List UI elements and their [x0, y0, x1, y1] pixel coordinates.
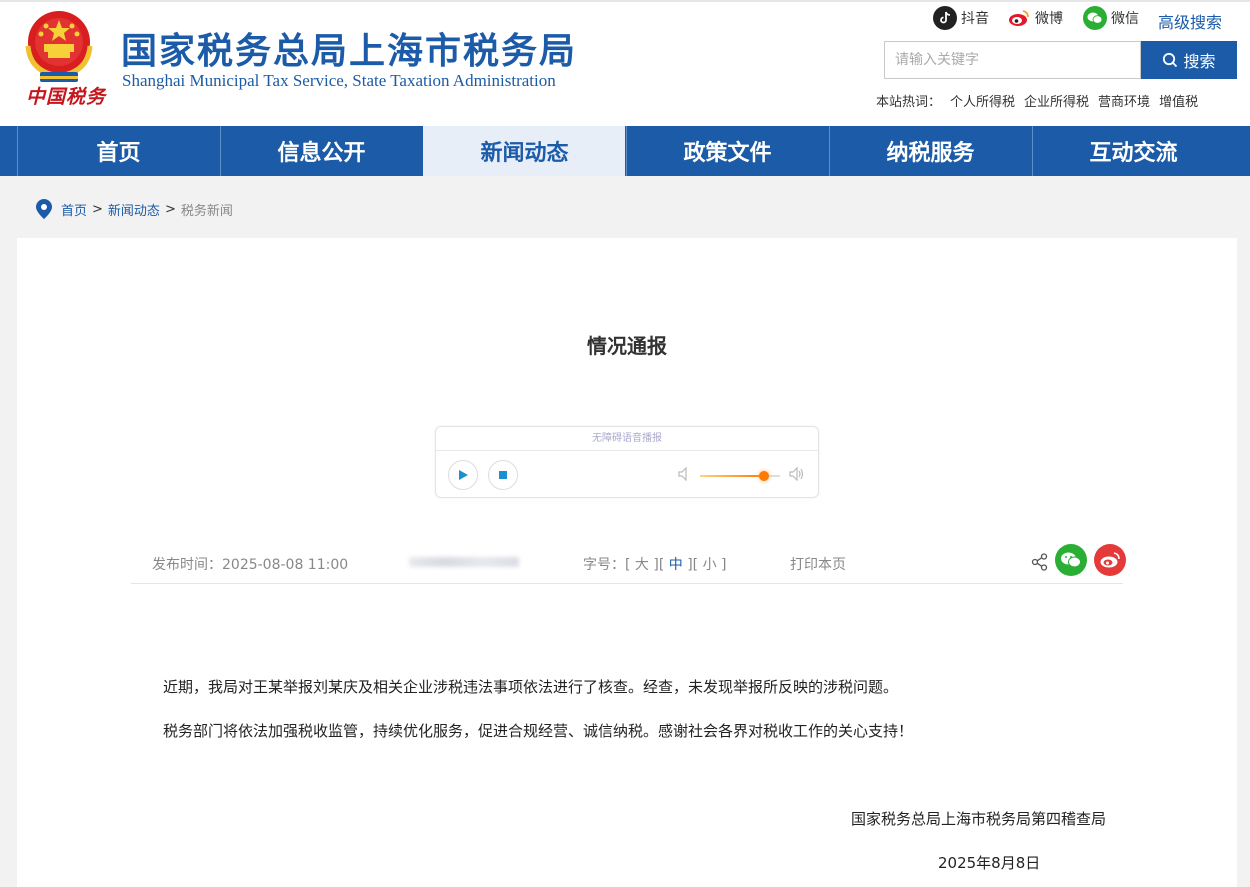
nav-item-policy[interactable]: 政策文件 [626, 126, 828, 176]
location-pin-icon [36, 199, 52, 219]
audio-player: 无障碍语音播报 [435, 426, 819, 498]
nav-item-home[interactable]: 首页 [17, 126, 219, 176]
breadcrumb-current: 税务新闻 [180, 203, 233, 219]
article-paragraph: 税务部门将依法加强税收监管，持续优化服务，促进合规经营、诚信纳税。感谢社会各界对… [163, 722, 914, 740]
share-icon[interactable] [1031, 553, 1049, 571]
volume-slider[interactable] [700, 471, 780, 481]
publish-time: 发布时间：2025-08-08 11:00 [152, 557, 349, 573]
article-date: 2025年8月8日 [938, 854, 1041, 872]
volume-knob[interactable] [759, 471, 769, 481]
search-icon [1163, 52, 1178, 68]
hot-keyword-link[interactable]: 营商环境 [1098, 91, 1150, 110]
font-size-label: 字号： [583, 557, 625, 573]
wechat-icon [1061, 552, 1081, 568]
blurred-source [409, 557, 519, 567]
site-header: 中国税务 国家税务总局上海市税务局 Shanghai Municipal Tax… [0, 0, 1250, 126]
weibo-icon [1007, 6, 1031, 30]
share-wechat-button[interactable] [1055, 544, 1087, 576]
advanced-search-link[interactable]: 高级搜索 [1158, 9, 1222, 33]
article-signer: 国家税务总局上海市税务局第四稽查局 [851, 810, 1107, 828]
play-button[interactable] [448, 460, 478, 490]
stop-icon [499, 471, 507, 479]
weibo-label: 微博 [1035, 11, 1063, 27]
national-emblem-icon [25, 11, 93, 82]
font-size-medium[interactable]: 中 [669, 557, 683, 573]
article-card: 情况通报 无障碍语音播报 发布时间：2025-08-08 11:00 字号：[ … [17, 238, 1237, 887]
tiktok-icon [933, 6, 957, 30]
nav-item-tax-service[interactable]: 纳税服务 [829, 126, 1031, 176]
search-button-label: 搜索 [1183, 52, 1216, 71]
tiktok-label: 抖音 [961, 11, 989, 27]
nav-item-interaction[interactable]: 互动交流 [1032, 126, 1234, 176]
breadcrumb-home[interactable]: 首页 [61, 200, 87, 219]
wechat-link[interactable]: 微信 [1083, 6, 1139, 30]
nav-item-info-disclosure[interactable]: 信息公开 [220, 126, 422, 176]
hot-keyword-link[interactable]: 企业所得税 [1024, 91, 1089, 110]
font-size-large[interactable]: 大 [635, 557, 649, 573]
wechat-icon [1083, 6, 1107, 30]
brand-script-logo: 中国税务 [26, 86, 107, 108]
audio-player-label: 无障碍语音播报 [436, 427, 818, 451]
font-size-small[interactable]: 小 [703, 557, 717, 573]
volume-fill [700, 475, 764, 477]
volume-high-icon [789, 467, 804, 481]
nav-item-news[interactable]: 新闻动态 [423, 126, 625, 176]
play-icon [459, 470, 468, 480]
share-weibo-button[interactable] [1094, 544, 1126, 576]
search-button[interactable]: 搜索 [1141, 41, 1237, 79]
breadcrumb-separator: > [164, 201, 176, 217]
hot-keyword-link[interactable]: 增值税 [1159, 91, 1198, 110]
wechat-label: 微信 [1111, 11, 1139, 27]
breadcrumb-separator: > [92, 201, 103, 217]
search-input[interactable] [884, 41, 1141, 79]
hot-keywords-label: 本站热词： [876, 95, 942, 110]
volume-low-icon [678, 467, 687, 481]
hot-keyword-link[interactable]: 个人所得税 [950, 91, 1015, 110]
stop-button[interactable] [488, 460, 518, 490]
article-title: 情况通报 [587, 334, 667, 358]
print-button[interactable]: 打印本页 [790, 554, 846, 574]
font-size-control: 字号：[ 大 ][ 中 ][ 小 ] [583, 557, 727, 573]
tiktok-link[interactable]: 抖音 [933, 6, 989, 30]
article-paragraph: 近期，我局对王某举报刘某庆及相关企业涉税违法事项依法进行了核查。经查，未发现举报… [163, 678, 899, 696]
article-meta: 发布时间：2025-08-08 11:00 字号：[ 大 ][ 中 ][ 小 ]… [131, 540, 1126, 584]
main-nav: 首页 信息公开 新闻动态 政策文件 纳税服务 互动交流 [0, 126, 1250, 176]
weibo-link[interactable]: 微博 [1007, 6, 1063, 30]
site-title[interactable]: 国家税务总局上海市税务局 [121, 22, 577, 74]
breadcrumb: 首页 > 新闻动态 > 税务新闻 [36, 199, 233, 219]
breadcrumb-news[interactable]: 新闻动态 [108, 200, 160, 219]
site-subtitle: Shanghai Municipal Tax Service, State Ta… [122, 71, 556, 90]
weibo-icon [1100, 552, 1120, 568]
hot-keywords: 本站热词： 个人所得税 企业所得税 营商环境 增值税 [876, 91, 1207, 110]
